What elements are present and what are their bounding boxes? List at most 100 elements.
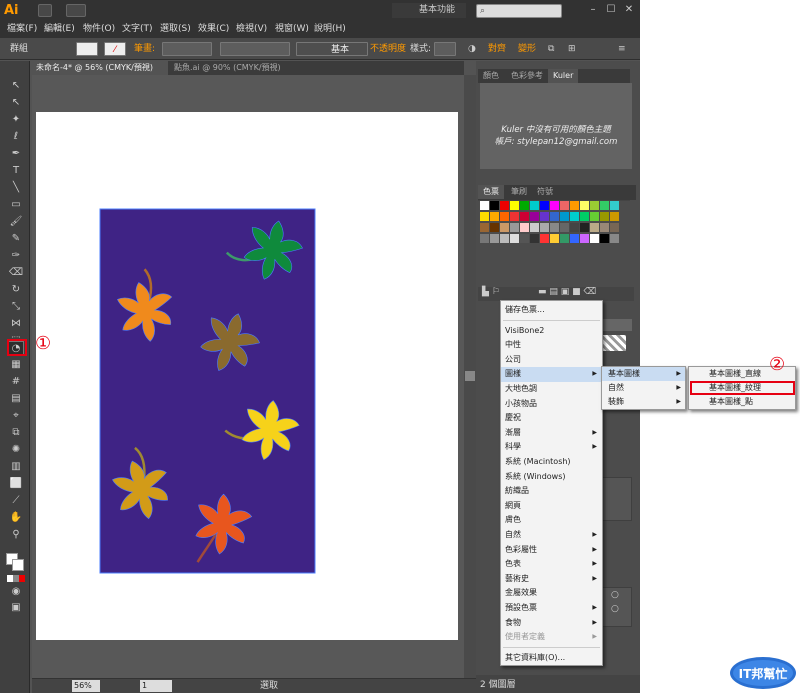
menu-view[interactable]: 檢視(V) (236, 21, 267, 38)
tab-swatches[interactable]: 色票 (478, 185, 504, 199)
swatch-libraries-icon[interactable]: ▙ ⚐ (482, 287, 500, 297)
maximize-button[interactable]: ☐ (604, 3, 618, 17)
swatch[interactable] (500, 223, 509, 232)
control-menu-icon[interactable]: ≡ (618, 42, 626, 56)
swatch[interactable] (590, 212, 599, 221)
tab-document-untitled[interactable]: 未命名-4* @ 56% (CMYK/預視) (32, 61, 168, 75)
transform-label[interactable]: 變形 (518, 42, 536, 56)
menu-item[interactable]: 色表 ▶ (501, 557, 602, 572)
swatch[interactable] (510, 223, 519, 232)
arrange-documents-button[interactable] (66, 4, 86, 17)
swatch[interactable] (540, 201, 549, 210)
swatch[interactable] (530, 223, 539, 232)
swatch[interactable] (560, 223, 569, 232)
swatch[interactable] (610, 234, 619, 243)
swatch[interactable] (490, 212, 499, 221)
menu-item[interactable]: 儲存色票... (501, 303, 602, 318)
lasso-tool-icon[interactable]: ℓ (8, 130, 24, 144)
recolor-icon[interactable]: ◑ (468, 42, 476, 56)
swatch[interactable] (530, 212, 539, 221)
swatch[interactable] (500, 234, 509, 243)
menu-item[interactable]: 膚色 (501, 513, 602, 528)
menu-edit[interactable]: 編輯(E) (44, 21, 75, 38)
color-mode-icon[interactable] (7, 575, 25, 582)
blend-tool-icon[interactable]: ⧉ (8, 426, 24, 440)
swatch[interactable] (520, 212, 529, 221)
selection-tool-icon[interactable]: ↖ (8, 79, 24, 93)
menu-item[interactable]: 圖樣 ▶ (501, 367, 602, 382)
menu-file[interactable]: 檔案(F) (7, 21, 37, 38)
slice-tool-icon[interactable]: ⟋ (8, 494, 24, 508)
opacity-label[interactable]: 不透明度 (370, 42, 406, 56)
graph-tool-icon[interactable]: ▥ (8, 460, 24, 474)
swatch[interactable] (550, 201, 559, 210)
blob-brush-tool-icon[interactable]: ✑ (8, 249, 24, 263)
swatch-grid[interactable] (480, 201, 630, 261)
zoom-dropdown[interactable]: 56% (72, 680, 100, 692)
swatch[interactable] (580, 201, 589, 210)
swatch[interactable] (520, 234, 529, 243)
graphic-style-dropdown[interactable] (434, 42, 456, 56)
menu-type[interactable]: 文字(T) (122, 21, 153, 38)
menu-item[interactable]: 小孩物品 (501, 397, 602, 412)
stroke-weight-input[interactable] (162, 42, 212, 56)
swatch[interactable] (610, 223, 619, 232)
menu-item[interactable]: 中性 (501, 338, 602, 353)
swatch[interactable] (600, 201, 609, 210)
tab-document-fish[interactable]: 點魚.ai @ 90% (CMYK/預視) (170, 61, 300, 75)
tab-color-guide[interactable]: 色彩參考 (506, 69, 548, 83)
swatch[interactable] (570, 212, 579, 221)
menu-item[interactable]: 科學 ▶ (501, 440, 602, 455)
swatch[interactable] (490, 223, 499, 232)
align-label[interactable]: 對齊 (488, 42, 506, 56)
swatch[interactable] (530, 234, 539, 243)
menu-item[interactable]: 其它資料庫(O)... (501, 651, 602, 666)
panel-slider[interactable] (602, 319, 632, 331)
pattern-swatches[interactable] (602, 335, 626, 351)
swatch[interactable] (510, 212, 519, 221)
rectangle-tool-icon[interactable]: ▭ (8, 198, 24, 212)
workspace-switcher[interactable]: 基本功能 (392, 3, 466, 18)
perspective-grid-tool-icon[interactable]: ▦ (8, 358, 24, 372)
swatch[interactable] (610, 212, 619, 221)
swatch[interactable] (570, 201, 579, 210)
magic-wand-tool-icon[interactable]: ✦ (8, 113, 24, 127)
swatch[interactable] (600, 223, 609, 232)
swatch[interactable] (600, 212, 609, 221)
artboard[interactable] (36, 112, 458, 640)
swatch[interactable] (610, 201, 619, 210)
menu-item[interactable]: 系統 (Macintosh) (501, 455, 602, 470)
swatch[interactable] (480, 201, 489, 210)
swatch[interactable] (600, 234, 609, 243)
swatch[interactable] (560, 234, 569, 243)
swatch[interactable] (540, 223, 549, 232)
fill-swatch[interactable] (76, 42, 98, 56)
menu-item[interactable]: 系統 (Windows) (501, 470, 602, 485)
group-icon[interactable]: ⊞ (568, 42, 576, 56)
submenu-item-basic-pattern[interactable]: 基本圖樣 ▶ (602, 367, 685, 381)
tab-color[interactable]: 顏色 (478, 69, 504, 83)
submenu-item-nature[interactable]: 自然 ▶ (602, 381, 685, 395)
swatch[interactable] (560, 212, 569, 221)
menu-item[interactable]: 紡織品 (501, 484, 602, 499)
menu-item[interactable]: 網頁 (501, 499, 602, 514)
swatch[interactable] (500, 212, 509, 221)
brush-style-dropdown[interactable]: 基本 (296, 42, 368, 56)
menu-object[interactable]: 物件(O) (83, 21, 115, 38)
submenu-item-dots[interactable]: 基本圖樣_點 (689, 395, 795, 409)
line-tool-icon[interactable]: ╲ (8, 181, 24, 195)
swatch[interactable] (480, 223, 489, 232)
tab-symbols[interactable]: 符號 (532, 185, 558, 199)
swatch[interactable] (550, 212, 559, 221)
menu-window[interactable]: 視窗(W) (275, 21, 309, 38)
rotate-tool-icon[interactable]: ↻ (8, 283, 24, 297)
screen-mode-icon[interactable]: ▣ (8, 601, 24, 615)
swatch[interactable] (510, 234, 519, 243)
scroll-thumb[interactable] (465, 371, 475, 381)
swatch[interactable] (560, 201, 569, 210)
minimize-button[interactable]: – (586, 3, 600, 17)
swatch[interactable] (520, 223, 529, 232)
isolate-icon[interactable]: ⧉ (548, 42, 554, 56)
swatch[interactable] (580, 212, 589, 221)
bridge-button[interactable] (38, 4, 52, 17)
